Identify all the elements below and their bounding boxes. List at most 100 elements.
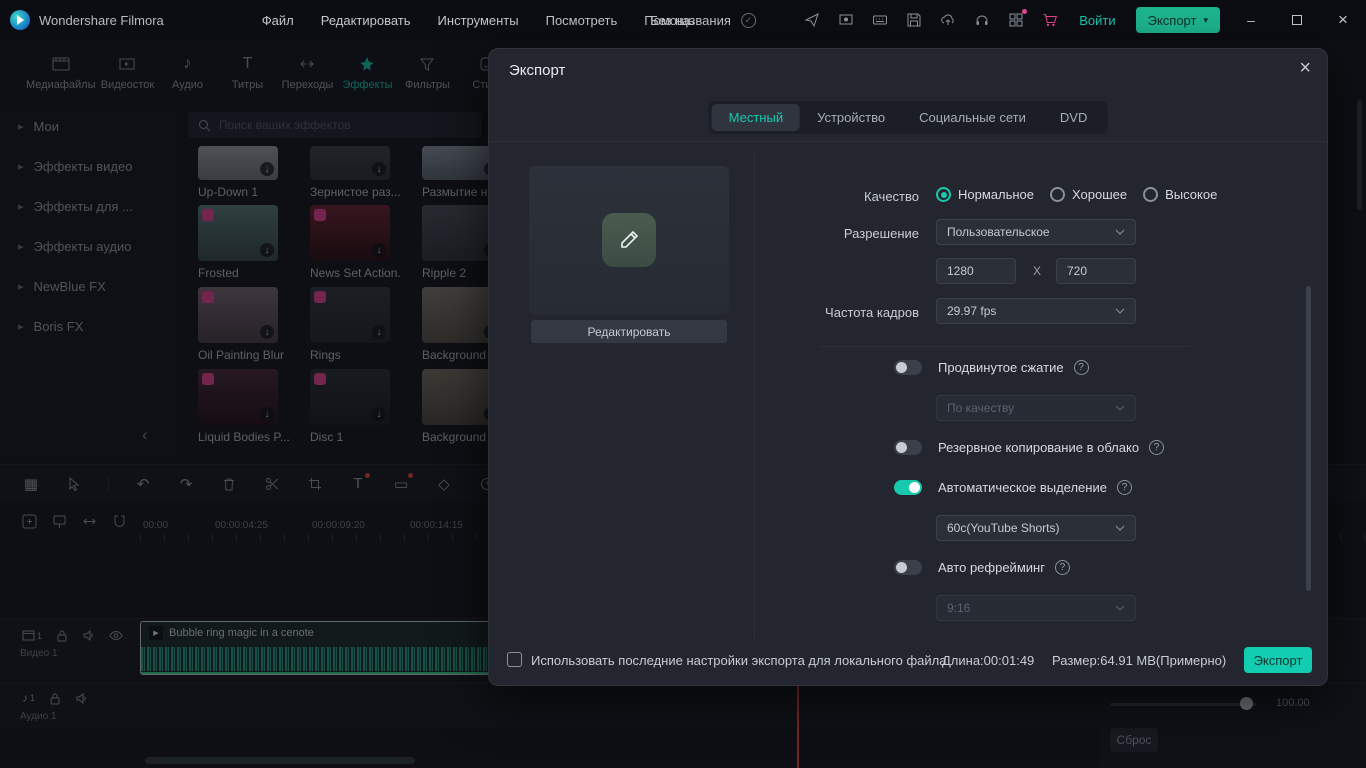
dropdown-value: 60c(YouTube Shorts) bbox=[947, 521, 1060, 535]
export-preview bbox=[529, 166, 729, 314]
maximize-icon bbox=[1292, 15, 1302, 25]
remember-settings-checkbox[interactable] bbox=[507, 652, 522, 667]
dialog-header-divider bbox=[489, 141, 1327, 142]
chevron-down-icon bbox=[1115, 308, 1125, 314]
help-icon[interactable]: ? bbox=[1149, 440, 1165, 455]
titlebar: Wondershare Filmora Файл Редактировать И… bbox=[0, 0, 1366, 40]
menu-file[interactable]: Файл bbox=[262, 13, 294, 28]
titlebar-export-label: Экспорт bbox=[1147, 12, 1197, 28]
toggle-label: Продвинутое сжатие bbox=[938, 360, 1064, 375]
framerate-dropdown[interactable]: 29.97 fps bbox=[936, 298, 1136, 324]
dropdown-value: 9:16 bbox=[947, 601, 971, 615]
menu-edit[interactable]: Редактировать bbox=[321, 13, 411, 28]
chevron-down-icon bbox=[1115, 229, 1125, 235]
sync-status-icon: ✓ bbox=[740, 12, 756, 28]
resolution-x-separator: X bbox=[1032, 264, 1041, 278]
close-button[interactable]: × bbox=[1328, 0, 1358, 40]
app-logo-icon bbox=[10, 10, 30, 30]
cloud-backup-row: Резервное копирование в облако ? bbox=[894, 440, 1165, 455]
chevron-down-icon bbox=[1115, 525, 1125, 531]
keyboard-shortcuts-icon[interactable] bbox=[871, 11, 889, 29]
support-headset-icon[interactable] bbox=[973, 11, 991, 29]
resolution-label: Разрешение bbox=[843, 226, 919, 241]
dialog-scrollbar[interactable] bbox=[1306, 286, 1311, 591]
toggle-knob bbox=[896, 562, 907, 573]
auto-highlight-row: Автоматическое выделение ? bbox=[894, 480, 1132, 495]
screen-record-icon[interactable] bbox=[837, 11, 855, 29]
cloud-backup-toggle[interactable] bbox=[894, 440, 922, 455]
auto-reframe-dropdown: 9:16 bbox=[936, 595, 1136, 621]
auto-reframe-row: Авто рефрейминг ? bbox=[894, 560, 1070, 575]
dropdown-value: 29.97 fps bbox=[947, 304, 997, 318]
toggle-knob bbox=[896, 362, 907, 373]
menu-view[interactable]: Посмотреть bbox=[546, 13, 618, 28]
dialog-close-icon[interactable]: × bbox=[1299, 57, 1311, 80]
dropdown-value: По качеству bbox=[947, 401, 1015, 415]
chevron-down-icon bbox=[1115, 605, 1125, 611]
menu-bar: Файл Редактировать Инструменты Посмотрет… bbox=[262, 13, 695, 28]
share-icon[interactable] bbox=[803, 11, 821, 29]
radio-label: Хорошее bbox=[1072, 187, 1128, 202]
export-dialog: Экспорт × Местный Устройство Социальные … bbox=[488, 48, 1328, 686]
export-confirm-button[interactable]: Экспорт bbox=[1244, 647, 1312, 673]
auto-highlight-dropdown[interactable]: 60c(YouTube Shorts) bbox=[936, 515, 1136, 541]
tab-dvd[interactable]: DVD bbox=[1043, 104, 1104, 131]
menu-tools[interactable]: Инструменты bbox=[438, 13, 519, 28]
remember-settings-label: Использовать последние настройки экспорт… bbox=[531, 653, 947, 668]
radio-label: Высокое bbox=[1165, 187, 1218, 202]
radio-label: Нормальное bbox=[958, 187, 1035, 202]
titlebar-export-button[interactable]: Экспорт ▾ bbox=[1135, 7, 1220, 33]
width-input[interactable] bbox=[936, 258, 1016, 284]
toggle-label: Автоматическое выделение bbox=[938, 480, 1107, 495]
help-icon[interactable]: ? bbox=[1073, 360, 1089, 375]
dropdown-value: Пользовательское bbox=[947, 225, 1050, 239]
quality-normal[interactable]: Нормальное bbox=[936, 187, 1034, 202]
height-input[interactable] bbox=[1056, 258, 1136, 284]
login-button[interactable]: Войти bbox=[1079, 13, 1115, 28]
chevron-down-icon bbox=[1115, 405, 1125, 411]
compression-mode-dropdown: По качеству bbox=[936, 395, 1136, 421]
quality-high[interactable]: Высокое bbox=[1143, 187, 1217, 202]
app-name: Wondershare Filmora bbox=[39, 12, 164, 28]
quality-options: Нормальное Хорошее Высокое bbox=[936, 187, 1217, 202]
project-name: Без названия bbox=[650, 12, 731, 28]
toggle-label: Резервное копирование в облако bbox=[938, 440, 1140, 455]
maximize-button[interactable] bbox=[1282, 0, 1312, 40]
export-duration: Длина:00:01:49 bbox=[942, 653, 1035, 668]
advanced-compression-row: Продвинутое сжатие ? bbox=[894, 360, 1089, 375]
auto-highlight-toggle[interactable] bbox=[894, 480, 922, 495]
framerate-label: Частота кадров bbox=[825, 305, 919, 320]
cloud-upload-icon[interactable] bbox=[939, 11, 957, 29]
radio-icon[interactable] bbox=[1143, 187, 1159, 202]
advanced-compression-toggle[interactable] bbox=[894, 360, 922, 375]
quality-good[interactable]: Хорошее bbox=[1050, 187, 1127, 202]
resolution-dropdown[interactable]: Пользовательское bbox=[936, 219, 1136, 245]
edit-thumbnail-icon[interactable] bbox=[602, 213, 656, 267]
export-size: Размер:64.91 MB(Примерно) bbox=[1052, 653, 1227, 668]
apps-grid-icon[interactable] bbox=[1007, 9, 1028, 29]
radio-icon[interactable] bbox=[1050, 187, 1066, 202]
notification-dot bbox=[1022, 9, 1028, 14]
export-dialog-tabs: Местный Устройство Социальные сети DVD bbox=[708, 101, 1108, 134]
chevron-down-icon: ▾ bbox=[1203, 14, 1208, 25]
cart-icon[interactable] bbox=[1041, 11, 1059, 29]
tab-device[interactable]: Устройство bbox=[800, 104, 902, 131]
titlebar-actions: Войти Экспорт ▾ – × bbox=[803, 0, 1358, 40]
help-icon[interactable]: ? bbox=[1116, 480, 1132, 495]
quality-label: Качество bbox=[864, 189, 919, 204]
tab-social[interactable]: Социальные сети bbox=[902, 104, 1043, 131]
save-icon[interactable] bbox=[905, 11, 923, 29]
toggle-knob bbox=[896, 442, 907, 453]
toggle-knob bbox=[909, 482, 920, 493]
edit-button[interactable]: Редактировать bbox=[531, 320, 727, 343]
tab-local[interactable]: Местный bbox=[711, 104, 801, 131]
dialog-vertical-divider bbox=[754, 151, 755, 639]
minimize-button[interactable]: – bbox=[1236, 0, 1266, 40]
help-icon[interactable]: ? bbox=[1054, 560, 1070, 575]
project-title: Без названия ✓ bbox=[650, 12, 756, 28]
auto-reframe-toggle[interactable] bbox=[894, 560, 922, 575]
radio-selected-icon[interactable] bbox=[936, 187, 951, 202]
dialog-title: Экспорт bbox=[509, 62, 566, 79]
toggle-label: Авто рефрейминг bbox=[938, 560, 1045, 575]
settings-divider bbox=[821, 346, 1191, 347]
